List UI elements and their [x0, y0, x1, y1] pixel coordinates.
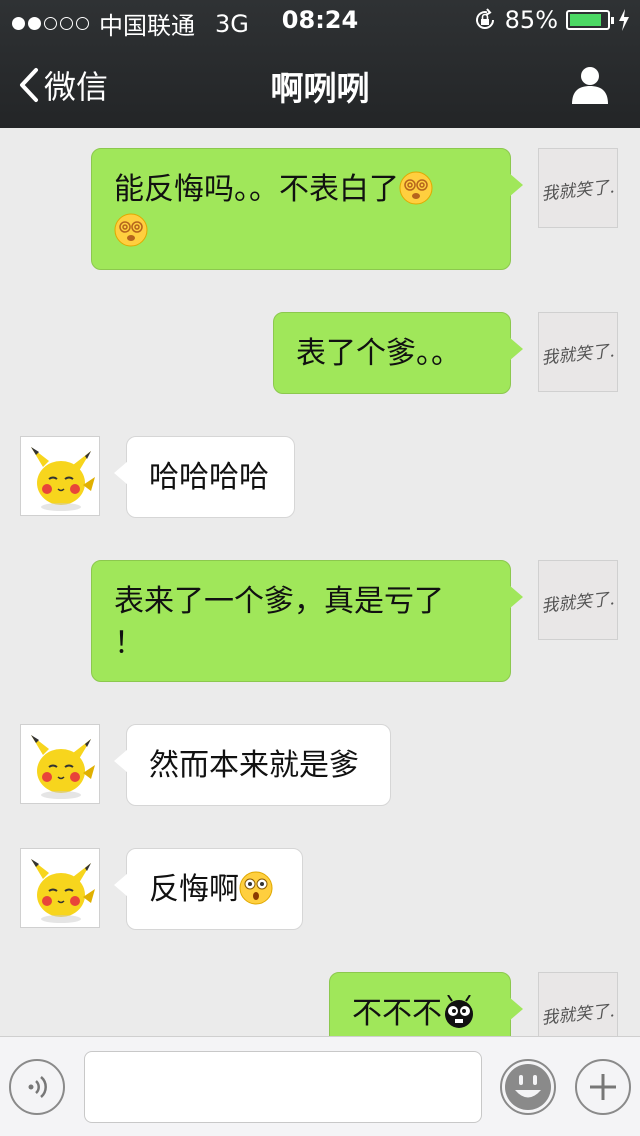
- message-bubble-sent[interactable]: 不不不: [329, 972, 523, 1036]
- contact-avatar[interactable]: [20, 848, 100, 928]
- status-bar: 中国联通 3G 08:24 85%: [0, 0, 640, 40]
- dizzy-face-emoji: [114, 213, 148, 247]
- message-input[interactable]: [84, 1051, 482, 1123]
- my-avatar[interactable]: 我就笑了.: [538, 148, 618, 228]
- contact-avatar[interactable]: [20, 724, 100, 804]
- top-bar: 中国联通 3G 08:24 85% 微信 啊咧咧: [0, 0, 640, 128]
- black-creature-emoji: [445, 995, 473, 1028]
- message-bubble-sent[interactable]: 表了个爹。。: [273, 312, 523, 394]
- message-bubble-received[interactable]: 哈哈哈哈: [114, 436, 295, 518]
- dizzy-face-emoji: [399, 171, 433, 205]
- avatar-handwriting: 我就笑了.: [540, 340, 616, 369]
- my-avatar[interactable]: 我就笑了.: [538, 972, 618, 1036]
- message-text: 不不不: [352, 996, 442, 1031]
- profile-icon[interactable]: [570, 64, 610, 104]
- avatar-handwriting: 我就笑了.: [540, 588, 616, 617]
- battery-icon: [566, 10, 614, 30]
- message-text: 表来了一个爹，真是亏了: [114, 584, 444, 619]
- message-text-line2: ！: [114, 626, 144, 661]
- charging-bolt-icon: [619, 9, 629, 31]
- input-bar: [0, 1036, 640, 1136]
- status-right: 85%: [473, 6, 630, 34]
- voice-icon: [28, 1076, 47, 1098]
- message-bubble-sent[interactable]: 能反悔吗。。不表白了: [91, 148, 523, 270]
- chat-area[interactable]: 我就笑了. 能反悔吗。。不表白了 我就笑了. 表了个爹。。 哈哈哈哈 我就笑了.…: [0, 128, 640, 1036]
- message-bubble-received[interactable]: 然而本来就是爹: [114, 724, 391, 806]
- message-text: 反悔啊: [149, 872, 239, 907]
- rotation-lock-icon: [475, 8, 494, 29]
- voice-button[interactable]: [9, 1059, 65, 1115]
- battery-level: [570, 14, 601, 26]
- chat-title: 啊咧咧: [270, 69, 370, 108]
- message-text: 哈哈哈哈: [149, 460, 269, 495]
- my-avatar[interactable]: 我就笑了.: [538, 312, 618, 392]
- avatar-handwriting: 我就笑了.: [540, 176, 616, 205]
- battery-percent: 85%: [504, 6, 558, 34]
- avatar-handwriting: 我就笑了.: [540, 1000, 616, 1029]
- add-more-button[interactable]: [575, 1059, 631, 1115]
- message-text: 然而本来就是爹: [149, 748, 359, 783]
- message-text: 表了个爹。。: [296, 336, 461, 371]
- pikachu-avatar-icon: [31, 735, 95, 799]
- pikachu-avatar-icon: [31, 859, 95, 923]
- message-text: 能反悔吗。。不表白了: [114, 172, 399, 207]
- pikachu-avatar-icon: [31, 447, 95, 511]
- message-bubble-received[interactable]: 反悔啊: [114, 848, 303, 930]
- emoji-button[interactable]: [500, 1059, 556, 1115]
- flushed-face-emoji: [239, 871, 273, 905]
- plus-icon: [590, 1074, 616, 1100]
- my-avatar[interactable]: 我就笑了.: [538, 560, 618, 640]
- message-bubble-sent[interactable]: 表来了一个爹，真是亏了 ！: [91, 560, 523, 682]
- contact-avatar[interactable]: [20, 436, 100, 516]
- smiley-icon: [505, 1064, 551, 1110]
